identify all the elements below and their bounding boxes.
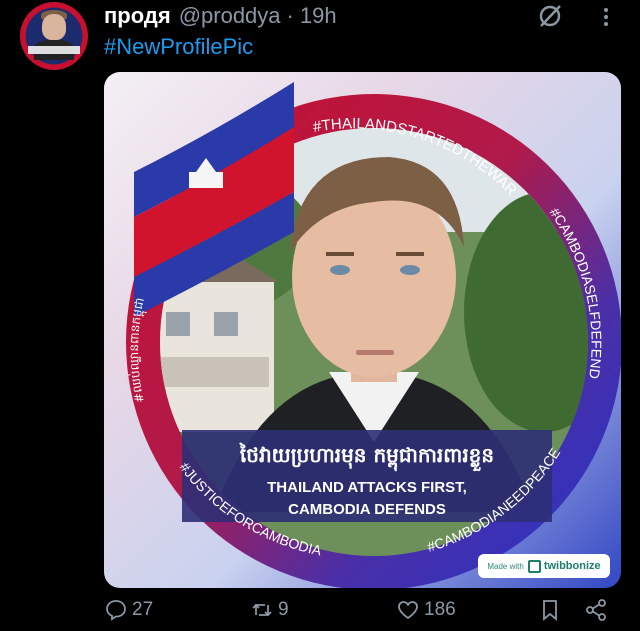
avatar[interactable] <box>20 2 88 70</box>
repost-button[interactable]: 9 <box>250 598 289 622</box>
display-name[interactable]: продя <box>104 3 171 29</box>
post-header: продя @proddya · 19h <box>104 3 337 29</box>
separator: · <box>286 3 294 28</box>
repost-icon <box>252 603 272 617</box>
reply-icon <box>106 600 126 621</box>
caption-line-2: CAMBODIA DEFENDS <box>288 501 446 518</box>
repost-count: 9 <box>278 599 289 620</box>
reply-count: 27 <box>132 599 154 620</box>
reply-button[interactable]: 27 <box>104 598 153 622</box>
action-bar: 27 9 186 <box>0 598 640 631</box>
badge-made-with: Made with <box>487 561 524 571</box>
twibbonize-badge: Made with twibbonize <box>478 554 610 578</box>
like-count: 186 <box>424 599 456 620</box>
grok-icon[interactable] <box>536 2 564 30</box>
avatar-caption-strip <box>28 46 80 54</box>
like-icon <box>398 601 418 620</box>
like-button[interactable]: 186 <box>396 598 456 622</box>
share-button[interactable] <box>584 598 612 622</box>
share-icon <box>586 599 606 621</box>
user-handle[interactable]: @proddya <box>179 3 281 29</box>
caption-line-1: THAILAND ATTACKS FIRST, <box>267 479 467 496</box>
timestamp[interactable]: 19h <box>300 3 337 29</box>
twibbonize-logo-icon <box>527 559 541 573</box>
badge-brand: twibbonize <box>543 560 601 572</box>
post-media-image[interactable]: ថៃវាយប្រហារមុន កម្ពុជាការពារខ្លួន THAILA… <box>104 72 621 588</box>
bookmark-icon <box>543 600 557 621</box>
avatar-face <box>42 14 66 40</box>
bookmark-button[interactable] <box>538 598 566 622</box>
post-text-hashtag[interactable]: #NewProfilePic <box>104 34 253 60</box>
more-icon[interactable] <box>598 4 614 30</box>
